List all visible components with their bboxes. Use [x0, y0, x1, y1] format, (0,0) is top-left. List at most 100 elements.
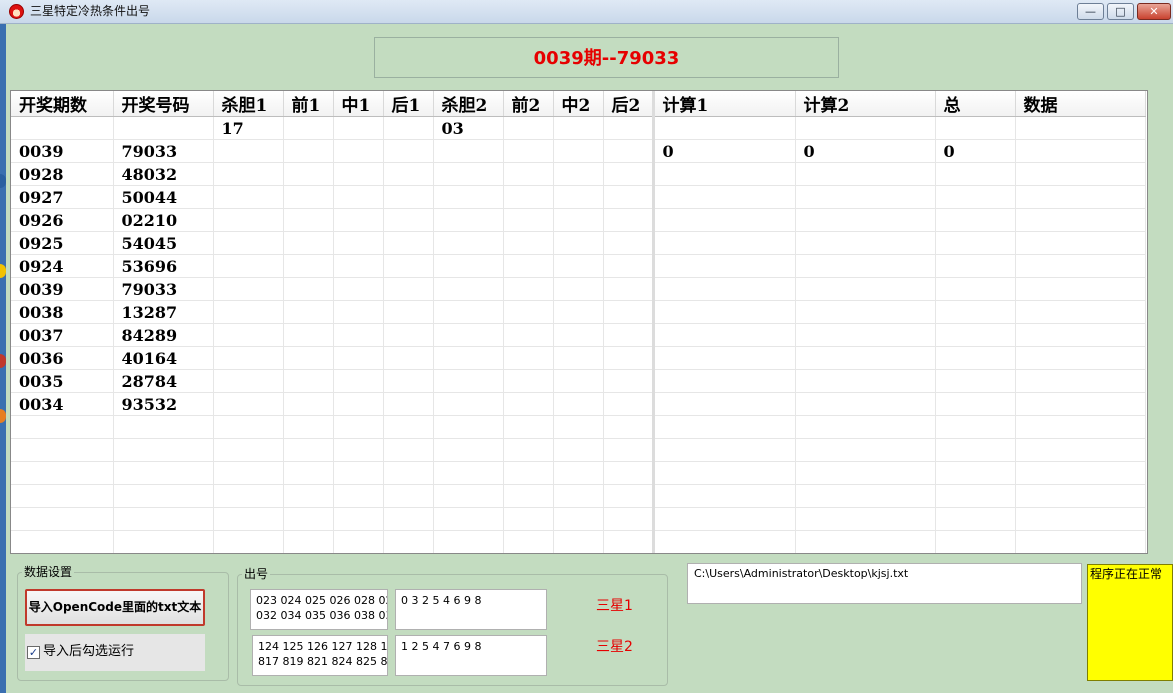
grid-row[interactable]: 0924 53696: [11, 254, 1146, 278]
grid-cell: [503, 346, 554, 370]
grid-cell: [1015, 323, 1146, 347]
grid-column-header[interactable]: 中2: [553, 91, 604, 117]
grid-cell: 0039: [11, 277, 114, 301]
grid-cell: [1015, 185, 1146, 209]
grid-cell: [503, 116, 554, 140]
star2-digits-box[interactable]: 1 2 5 4 7 6 9 8: [395, 635, 547, 676]
grid-cell: [113, 438, 214, 462]
grid-cell: [383, 300, 434, 324]
grid-row[interactable]: 0925 54045: [11, 231, 1146, 255]
grid-column-header[interactable]: 前1: [283, 91, 334, 117]
grid-cell: [213, 484, 284, 508]
grid-cell: [213, 507, 284, 531]
grid-row[interactable]: 0036 40164: [11, 346, 1146, 370]
grid-cell: [1015, 369, 1146, 393]
grid-column-header[interactable]: 前2: [503, 91, 554, 117]
grid-cell: [603, 461, 655, 485]
grid-cell: [433, 208, 504, 232]
grid-cell: [603, 116, 655, 140]
grid-column-header[interactable]: 总: [935, 91, 1016, 117]
minimize-button[interactable]: —: [1077, 3, 1104, 20]
grid-cell: [795, 346, 936, 370]
file-path-field[interactable]: C:\Users\Administrator\Desktop\kjsj.txt: [687, 563, 1082, 604]
grid-cell: [383, 530, 434, 553]
grid-cell: [503, 484, 554, 508]
grid-row[interactable]: 0926 02210: [11, 208, 1146, 232]
grid-cell: [333, 369, 384, 393]
grid-row[interactable]: [11, 507, 1146, 531]
grid-row[interactable]: [11, 415, 1146, 439]
grid-cell: [213, 139, 284, 163]
grid-row[interactable]: [11, 461, 1146, 485]
grid-row[interactable]: 0037 84289: [11, 323, 1146, 347]
grid-row[interactable]: 0927 50044: [11, 185, 1146, 209]
grid-cell: [653, 185, 796, 209]
star1-numbers-line: 023 024 025 026 028 029: [256, 594, 388, 607]
grid-cell: 40164: [113, 346, 214, 370]
grid-cell: [553, 484, 604, 508]
grid-column-header[interactable]: 计算1: [653, 91, 796, 117]
grid-cell: [1015, 231, 1146, 255]
grid-cell: [433, 277, 504, 301]
grid-cell: [283, 392, 334, 416]
grid-cell: [935, 530, 1016, 553]
grid-cell: [603, 254, 655, 278]
grid-cell: [795, 415, 936, 439]
grid-column-header[interactable]: 开奖期数: [11, 91, 114, 117]
import-txt-button[interactable]: 导入OpenCode里面的txt文本: [25, 589, 205, 626]
grid-cell: [283, 185, 334, 209]
grid-cell: [283, 277, 334, 301]
grid-column-header[interactable]: 开奖号码: [113, 91, 214, 117]
grid-row[interactable]: 0038 13287: [11, 300, 1146, 324]
grid-cell: [213, 530, 284, 553]
close-button[interactable]: ✕: [1137, 3, 1171, 20]
grid-cell: [653, 415, 796, 439]
grid-cell: [653, 277, 796, 301]
grid-column-header[interactable]: 后2: [603, 91, 655, 117]
grid-cell: [603, 415, 655, 439]
grid-row[interactable]: 0039 79033: [11, 277, 1146, 301]
grid-cell: [503, 530, 554, 553]
run-after-import-label: 导入后勾选运行: [43, 644, 135, 659]
grid-cell: [795, 254, 936, 278]
star1-digits-box[interactable]: 0 3 2 5 4 6 9 8: [395, 589, 547, 630]
grid-cell: [553, 369, 604, 393]
grid-row[interactable]: 0034 93532: [11, 392, 1146, 416]
grid-cell: 0927: [11, 185, 114, 209]
grid-row[interactable]: [11, 530, 1146, 553]
grid-cell: [503, 277, 554, 301]
grid-column-header[interactable]: 杀胆1: [213, 91, 284, 117]
grid-cell: [653, 484, 796, 508]
grid-cell: [333, 254, 384, 278]
grid-cell: [503, 461, 554, 485]
grid-row[interactable]: 0039 79033 0 0 0: [11, 139, 1146, 163]
star2-numbers-box[interactable]: 124 125 126 127 128 129 817 819 821 824 …: [252, 635, 388, 676]
grid-row[interactable]: [11, 438, 1146, 462]
grid-cell: [11, 530, 114, 553]
run-after-import-checkbox[interactable]: ✓: [27, 646, 40, 659]
grid-column-header[interactable]: 数据: [1015, 91, 1146, 117]
grid-cell: [213, 277, 284, 301]
grid-cell: [213, 392, 284, 416]
grid-cell: 28784: [113, 369, 214, 393]
maximize-button[interactable]: □: [1107, 3, 1134, 20]
grid-row[interactable]: 17 03: [11, 116, 1146, 140]
star2-digits-text: 1 2 5 4 7 6 9 8: [401, 640, 482, 653]
run-after-import-option[interactable]: ✓ 导入后勾选运行: [25, 634, 205, 671]
grid-cell: [1015, 208, 1146, 232]
grid-row[interactable]: [11, 484, 1146, 508]
grid-row[interactable]: 0928 48032: [11, 162, 1146, 186]
grid-cell: [1015, 484, 1146, 508]
grid-cell: [653, 323, 796, 347]
grid-cell: 50044: [113, 185, 214, 209]
grid-cell: [113, 530, 214, 553]
star1-numbers-box[interactable]: 023 024 025 026 028 029 032 034 035 036 …: [250, 589, 388, 630]
grid-column-header[interactable]: 杀胆2: [433, 91, 504, 117]
grid-row[interactable]: 0035 28784: [11, 369, 1146, 393]
draw-data-grid[interactable]: 开奖期数 开奖号码 杀胆1 前1 中1 后1 杀胆2 前2 中2 后2 计算1 计算2 总数据 17 03…: [10, 90, 1148, 554]
grid-cell: [795, 185, 936, 209]
grid-column-header[interactable]: 后1: [383, 91, 434, 117]
grid-column-header[interactable]: 中1: [333, 91, 384, 117]
grid-column-header[interactable]: 计算2: [795, 91, 936, 117]
grid-cell: [333, 277, 384, 301]
